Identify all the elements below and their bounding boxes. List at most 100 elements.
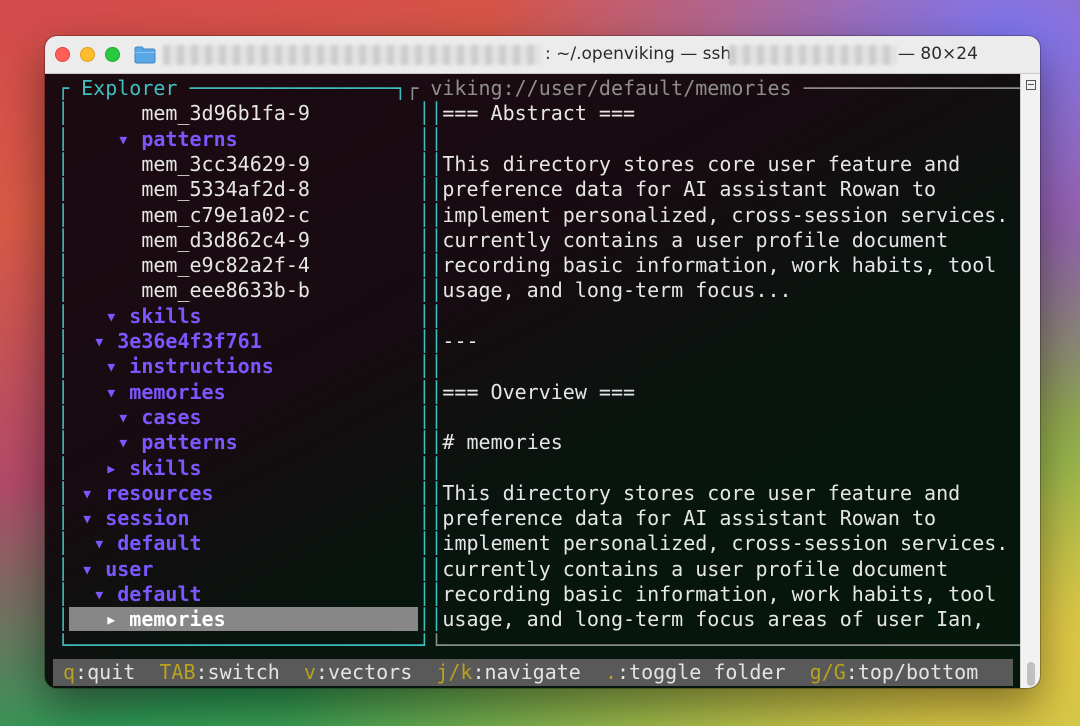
content-line: currently contains a user profile docume…: [442, 556, 949, 581]
explorer-border: ││: [418, 379, 443, 404]
terminal-line: │ mem_d3d862c4-9 ││currently contains a …: [45, 228, 1020, 253]
tree-item-folder[interactable]: ▾ patterns: [117, 127, 237, 151]
tree-item-file[interactable]: mem_3cc34629-9: [141, 152, 310, 176]
window-title: : ~/.openviking — ssh: [545, 44, 732, 64]
explorer-border: ││: [418, 430, 443, 455]
shortcut-label: :top/bottom: [845, 660, 979, 684]
redacted-host: [729, 45, 897, 65]
terminal-line: │ ▾ patterns ││ │: [45, 127, 1020, 152]
terminal-line: │ ▾ memories ││=== Overview === │: [45, 380, 1020, 405]
shortcut-key: q: [63, 660, 76, 684]
tree-item-folder[interactable]: ▾ default: [93, 582, 201, 606]
terminal-line: │ ▸ memories ││usage, and long-term focu…: [45, 607, 1020, 632]
tree-item-folder[interactable]: ▾ instructions: [105, 354, 274, 378]
terminal-line: │ ▾ default ││implement personalized, cr…: [45, 531, 1040, 556]
tree-item-folder[interactable]: ▾ user: [81, 557, 153, 581]
tree-item-selected[interactable]: ▸ memories: [69, 607, 419, 632]
explorer-border: ─────────────────┐: [177, 76, 407, 100]
terminal-line: │ ▾ session ││preference data for AI ass…: [45, 506, 1020, 531]
explorer-border: │: [45, 531, 70, 556]
terminal-line: │ ▾ user ││currently contains a user pro…: [45, 557, 1020, 582]
content-line: implement personalized, cross-session se…: [442, 531, 1040, 556]
explorer-border: ││: [418, 607, 443, 632]
content-line: This directory stores core user feature …: [442, 151, 961, 176]
tree-item-folder[interactable]: ▾ cases: [117, 405, 201, 429]
content-title: viking://user/default/memories: [430, 76, 792, 100]
explorer-border: ┌: [45, 76, 82, 100]
explorer-border: ││: [418, 404, 443, 429]
close-button[interactable]: [55, 47, 70, 62]
shortcut-key: g/G: [809, 660, 846, 684]
explorer-border: │: [45, 430, 70, 455]
terminal-line: │ mem_c79e1a02-c ││implement personalize…: [45, 203, 1040, 228]
content-line: preference data for AI assistant Rowan t…: [442, 506, 937, 531]
shortcut-key: .: [604, 660, 617, 684]
explorer-border: ││: [418, 531, 443, 556]
explorer-border: └─────────────────────────────┘: [45, 632, 431, 657]
shortcut-label: :toggle folder: [616, 660, 786, 684]
menu-icon[interactable]: [1026, 80, 1036, 90]
explorer-border: ││: [418, 101, 443, 126]
terminal-line: └─────────────────────────────┘└────────…: [45, 632, 1040, 658]
tree-item-label: ▸ memories: [105, 607, 226, 632]
tree-item-file[interactable]: mem_3d96b1fa-9: [141, 101, 310, 125]
terminal-line: │ ▾ default ││recording basic informatio…: [45, 582, 1020, 607]
tree-item-file[interactable]: mem_d3d862c4-9: [141, 228, 310, 252]
explorer-border: ││: [418, 177, 443, 202]
explorer-border: │: [45, 126, 70, 151]
window-size: — 80×24: [898, 44, 978, 64]
shortcut-key: v: [303, 660, 316, 684]
tree-item-folder[interactable]: ▾ resources: [81, 481, 213, 505]
tree-item-file[interactable]: mem_eee8633b-b: [141, 278, 310, 302]
terminal-line: │ ▸ skills ││ │: [45, 456, 1020, 481]
folder-icon: [134, 46, 156, 64]
explorer-border: ││: [418, 303, 443, 328]
explorer-border: │: [45, 506, 70, 531]
explorer-border: │: [45, 379, 70, 404]
terminal-line: │ ▾ skills ││ │: [45, 304, 1020, 329]
explorer-border: │: [45, 278, 70, 303]
explorer-border: │: [45, 329, 70, 353]
status-bar: q:quit TAB:switch v:vectors j/k:navigate…: [53, 659, 1013, 686]
tree-item-folder[interactable]: ▾ skills: [105, 304, 201, 328]
minimize-button[interactable]: [80, 47, 95, 62]
scroll-thumb[interactable]: [1027, 662, 1035, 686]
tree-item-file[interactable]: mem_c79e1a02-c: [141, 203, 310, 227]
tree-item-folder[interactable]: ▾ default: [93, 531, 201, 555]
explorer-border: │: [45, 556, 70, 581]
tree-item-folder[interactable]: ▸ skills: [105, 456, 201, 480]
title-bar[interactable]: : ~/.openviking — ssh — 80×24: [45, 36, 1040, 74]
explorer-border: ││: [418, 354, 443, 379]
shortcut-label: :quit: [75, 660, 136, 684]
terminal-line: │ mem_3cc34629-9 ││This directory stores…: [45, 152, 1020, 177]
terminal-line: │ mem_eee8633b-b ││usage, and long-term …: [45, 278, 1020, 303]
tree-item-file[interactable]: mem_e9c82a2f-4: [141, 253, 310, 277]
tree-item-folder[interactable]: ▾ 3e36e4f3f761: [93, 329, 262, 353]
terminal-line: │ mem_3d96b1fa-9 ││=== Abstract === │: [45, 101, 1020, 126]
explorer-border: │: [45, 607, 70, 632]
scrollbar[interactable]: [1020, 74, 1040, 688]
content-line: ---: [442, 329, 479, 353]
explorer-border: │: [45, 582, 70, 606]
tree-item-file[interactable]: mem_5334af2d-8: [141, 177, 310, 201]
tree-item-folder[interactable]: ▾ session: [81, 506, 189, 530]
terminal-line: ┌ Explorer ─────────────────┐┌ viking://…: [45, 76, 1040, 101]
tree-item-folder[interactable]: ▾ memories: [105, 380, 225, 404]
zoom-button[interactable]: [105, 47, 120, 62]
explorer-border: ││: [418, 506, 443, 531]
content-border: ┌: [406, 76, 431, 100]
content-line: currently contains a user profile docume…: [442, 227, 949, 252]
shortcut-key: TAB: [159, 660, 196, 684]
content-line: This directory stores core user feature …: [442, 480, 961, 505]
terminal-screen[interactable]: ┌ Explorer ─────────────────┐┌ viking://…: [45, 74, 1040, 688]
explorer-border: ││: [418, 455, 443, 480]
tree-item-folder[interactable]: ▾ patterns: [117, 430, 237, 454]
explorer-border: ││: [418, 253, 443, 278]
status-line: q:quit TAB:switch v:vectors j/k:navigate…: [63, 660, 1013, 685]
explorer-border: │: [45, 480, 70, 505]
content-line: # memories: [442, 430, 563, 455]
explorer-border: ││: [418, 278, 443, 303]
content-line: implement personalized, cross-session se…: [442, 202, 1040, 227]
content-line: recording basic information, work habits…: [442, 253, 997, 278]
explorer-border: │: [45, 455, 70, 480]
